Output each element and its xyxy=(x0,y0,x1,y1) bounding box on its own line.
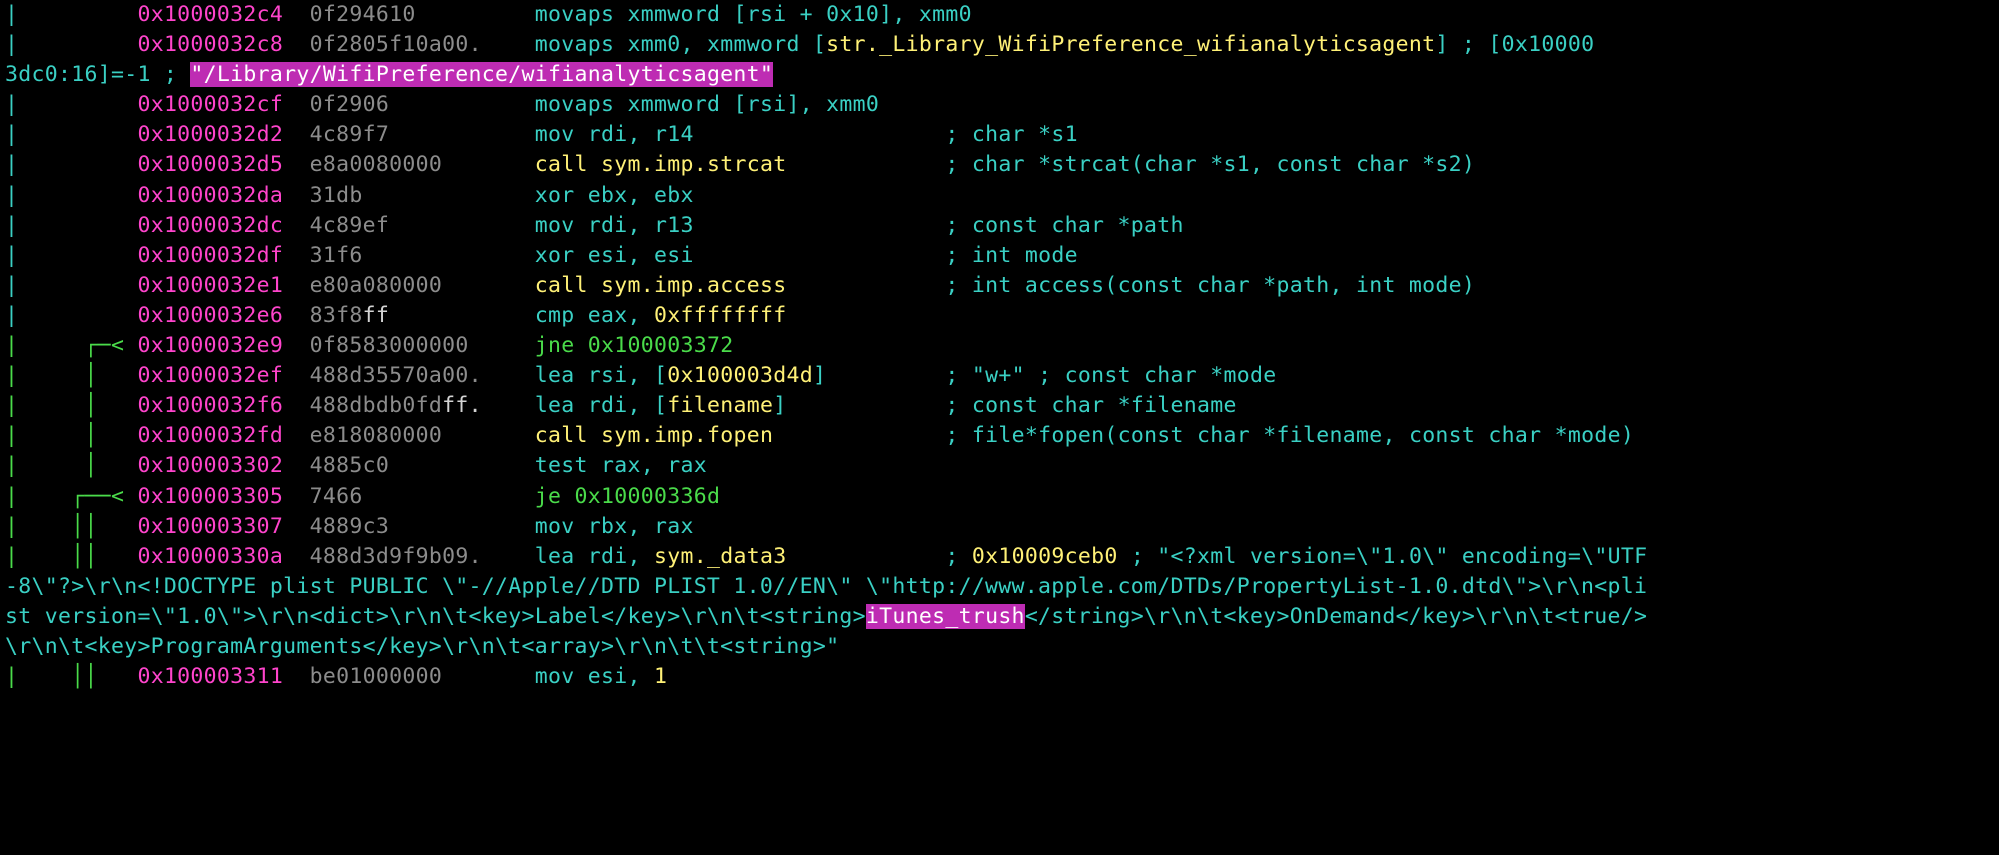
asm-wrap: 3dc0:16]=-1 ; "/Library/WifiPreference/w… xyxy=(5,60,1994,90)
asm-row: | 0x1000032d2 4c89f7 mov rdi, r14 ; char… xyxy=(5,120,1994,150)
asm-wrap: st version=\"1.0\">\r\n<dict>\r\n\t<key>… xyxy=(5,602,1994,632)
asm-row: | 0x1000032dc 4c89ef mov rdi, r13 ; cons… xyxy=(5,211,1994,241)
asm-wrap: \r\n\t<key>ProgramArguments</key>\r\n\t<… xyxy=(5,632,1994,662)
asm-row: | │ 0x1000032ef 488d35570a00. lea rsi, [… xyxy=(5,361,1994,391)
asm-row: | ││ 0x10000330a 488d3d9f9b09. lea rdi, … xyxy=(5,542,1994,572)
asm-row: | │ 0x1000032f6 488dbdb0fdff. lea rdi, [… xyxy=(5,391,1994,421)
asm-row: | 0x1000032da 31db xor ebx, ebx xyxy=(5,181,1994,211)
asm-row: | ││ 0x100003307 4889c3 mov rbx, rax xyxy=(5,512,1994,542)
asm-row: | │ 0x1000032fd e818080000 call sym.imp.… xyxy=(5,421,1994,451)
asm-wrap: -8\"?>\r\n<!DOCTYPE plist PUBLIC \"-//Ap… xyxy=(5,572,1994,602)
asm-row: | ┌─< 0x1000032e9 0f8583000000 jne 0x100… xyxy=(5,331,1994,361)
asm-row: | 0x1000032df 31f6 xor esi, esi ; int mo… xyxy=(5,241,1994,271)
asm-row: | 0x1000032cf 0f2906 movaps xmmword [rsi… xyxy=(5,90,1994,120)
asm-row: | │ 0x100003302 4885c0 test rax, rax xyxy=(5,451,1994,481)
asm-row: | ┌──< 0x100003305 7466 je 0x10000336d xyxy=(5,482,1994,512)
asm-row: | 0x1000032e1 e80a080000 call sym.imp.ac… xyxy=(5,271,1994,301)
asm-row: | 0x1000032e6 83f8ff cmp eax, 0xffffffff xyxy=(5,301,1994,331)
asm-row: | 0x1000032d5 e8a0080000 call sym.imp.st… xyxy=(5,150,1994,180)
asm-row: | 0x1000032c8 0f2805f10a00. movaps xmm0,… xyxy=(5,30,1994,60)
disassembly-view: | 0x1000032c4 0f294610 movaps xmmword [r… xyxy=(0,0,1999,692)
asm-row: | 0x1000032c4 0f294610 movaps xmmword [r… xyxy=(5,0,1994,30)
asm-row: | ││ 0x100003311 be01000000 mov esi, 1 xyxy=(5,662,1994,692)
